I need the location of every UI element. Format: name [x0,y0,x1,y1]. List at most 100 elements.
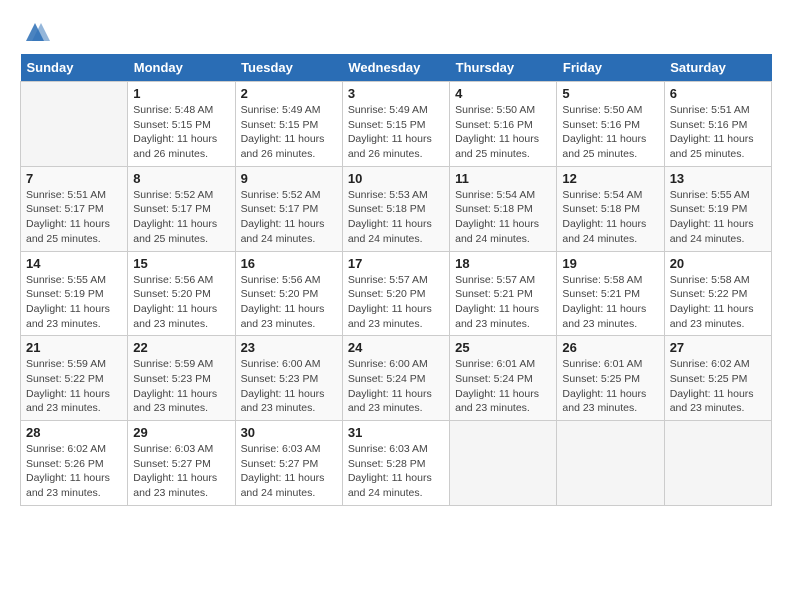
day-number-31: 31 [348,425,444,440]
day-number-14: 14 [26,256,122,271]
week-row-2: 7 Sunrise: 5:51 AM Sunset: 5:17 PM Daylig… [21,166,772,251]
calendar-cell-w2-d6: 12 Sunrise: 5:54 AM Sunset: 5:18 PM Dayli… [557,166,664,251]
day-number-13: 13 [670,171,766,186]
day-info-11: Sunrise: 5:54 AM Sunset: 5:18 PM Dayligh… [455,188,551,247]
calendar-cell-w1-d1 [21,82,128,167]
week-row-3: 14Sunrise: 5:55 AM Sunset: 5:19 PM Dayli… [21,251,772,336]
calendar-cell-w5-d3: 30Sunrise: 6:03 AM Sunset: 5:27 PM Dayli… [235,421,342,506]
calendar-cell-w2-d4: 10Sunrise: 5:53 AM Sunset: 5:18 PM Dayli… [342,166,449,251]
week-row-5: 28 Sunrise: 6:02 AM Sunset: 5:26 PM Dayli… [21,421,772,506]
day-number-25: 25 [455,340,551,355]
day-info-7: Sunrise: 5:51 AM Sunset: 5:17 PM Dayligh… [26,188,122,247]
day-info-28: Sunrise: 6:02 AM Sunset: 5:26 PM Dayligh… [26,442,122,501]
calendar-cell-w3-d7: 20Sunrise: 5:58 AM Sunset: 5:22 PM Dayli… [664,251,771,336]
day-info-26: Sunrise: 6:01 AM Sunset: 5:25 PM Dayligh… [562,357,658,416]
calendar-header-row: Sunday Monday Tuesday Wednesday Thursday… [21,54,772,82]
day-number-28: 28 [26,425,122,440]
day-number-18: 18 [455,256,551,271]
day-info-19: Sunrise: 5:58 AM Sunset: 5:21 PM Dayligh… [562,273,658,332]
calendar-cell-w3-d6: 19 Sunrise: 5:58 AM Sunset: 5:21 PM Dayli… [557,251,664,336]
day-number-22: 22 [133,340,229,355]
calendar-cell-w2-d3: 9Sunrise: 5:52 AM Sunset: 5:17 PM Daylig… [235,166,342,251]
calendar-cell-w3-d3: 16Sunrise: 5:56 AM Sunset: 5:20 PM Dayli… [235,251,342,336]
calendar-cell-w4-d4: 24Sunrise: 6:00 AM Sunset: 5:24 PM Dayli… [342,336,449,421]
day-number-3: 3 [348,86,444,101]
calendar-cell-w1-d7: 6 Sunrise: 5:51 AM Sunset: 5:16 PM Daylig… [664,82,771,167]
day-info-17: Sunrise: 5:57 AM Sunset: 5:20 PM Dayligh… [348,273,444,332]
day-number-17: 17 [348,256,444,271]
header-saturday: Saturday [664,54,771,82]
day-number-19: 19 [562,256,658,271]
header-wednesday: Wednesday [342,54,449,82]
day-number-29: 29 [133,425,229,440]
calendar-table: Sunday Monday Tuesday Wednesday Thursday… [20,54,772,506]
calendar-cell-w2-d7: 13 Sunrise: 5:55 AM Sunset: 5:19 PM Dayli… [664,166,771,251]
day-number-4: 4 [455,86,551,101]
calendar-cell-w5-d2: 29 Sunrise: 6:03 AM Sunset: 5:27 PM Dayli… [128,421,235,506]
calendar-cell-w4-d6: 26 Sunrise: 6:01 AM Sunset: 5:25 PM Dayli… [557,336,664,421]
header-thursday: Thursday [450,54,557,82]
calendar-cell-w3-d2: 15 Sunrise: 5:56 AM Sunset: 5:20 PM Dayli… [128,251,235,336]
calendar-cell-w5-d6 [557,421,664,506]
day-number-11: 11 [455,171,551,186]
day-info-18: Sunrise: 5:57 AM Sunset: 5:21 PM Dayligh… [455,273,551,332]
calendar-body: 1 Sunrise: 5:48 AM Sunset: 5:15 PM Daylig… [21,82,772,506]
calendar-cell-w3-d4: 17 Sunrise: 5:57 AM Sunset: 5:20 PM Dayli… [342,251,449,336]
day-info-15: Sunrise: 5:56 AM Sunset: 5:20 PM Dayligh… [133,273,229,332]
day-info-31: Sunrise: 6:03 AM Sunset: 5:28 PM Dayligh… [348,442,444,501]
day-number-8: 8 [133,171,229,186]
calendar-cell-w4-d5: 25 Sunrise: 6:01 AM Sunset: 5:24 PM Dayli… [450,336,557,421]
day-info-8: Sunrise: 5:52 AM Sunset: 5:17 PM Dayligh… [133,188,229,247]
calendar-cell-w2-d2: 8 Sunrise: 5:52 AM Sunset: 5:17 PM Daylig… [128,166,235,251]
day-info-5: Sunrise: 5:50 AM Sunset: 5:16 PM Dayligh… [562,103,658,162]
calendar-cell-w2-d5: 11 Sunrise: 5:54 AM Sunset: 5:18 PM Dayli… [450,166,557,251]
day-number-6: 6 [670,86,766,101]
header-sunday: Sunday [21,54,128,82]
day-info-3: Sunrise: 5:49 AM Sunset: 5:15 PM Dayligh… [348,103,444,162]
day-info-1: Sunrise: 5:48 AM Sunset: 5:15 PM Dayligh… [133,103,229,162]
day-number-7: 7 [26,171,122,186]
calendar-cell-w4-d7: 27Sunrise: 6:02 AM Sunset: 5:25 PM Dayli… [664,336,771,421]
logo [20,20,54,44]
day-number-15: 15 [133,256,229,271]
day-info-12: Sunrise: 5:54 AM Sunset: 5:18 PM Dayligh… [562,188,658,247]
calendar-cell-w5-d7 [664,421,771,506]
day-info-29: Sunrise: 6:03 AM Sunset: 5:27 PM Dayligh… [133,442,229,501]
calendar-cell-w4-d1: 21 Sunrise: 5:59 AM Sunset: 5:22 PM Dayli… [21,336,128,421]
day-info-23: Sunrise: 6:00 AM Sunset: 5:23 PM Dayligh… [241,357,337,416]
day-number-5: 5 [562,86,658,101]
day-number-2: 2 [241,86,337,101]
day-number-27: 27 [670,340,766,355]
day-info-21: Sunrise: 5:59 AM Sunset: 5:22 PM Dayligh… [26,357,122,416]
day-number-10: 10 [348,171,444,186]
day-number-23: 23 [241,340,337,355]
calendar-cell-w4-d2: 22 Sunrise: 5:59 AM Sunset: 5:23 PM Dayli… [128,336,235,421]
calendar-cell-w1-d3: 2 Sunrise: 5:49 AM Sunset: 5:15 PM Daylig… [235,82,342,167]
day-info-6: Sunrise: 5:51 AM Sunset: 5:16 PM Dayligh… [670,103,766,162]
day-number-21: 21 [26,340,122,355]
logo-icon [20,20,50,44]
calendar-cell-w5-d1: 28 Sunrise: 6:02 AM Sunset: 5:26 PM Dayli… [21,421,128,506]
day-info-25: Sunrise: 6:01 AM Sunset: 5:24 PM Dayligh… [455,357,551,416]
calendar-cell-w1-d4: 3 Sunrise: 5:49 AM Sunset: 5:15 PM Daylig… [342,82,449,167]
day-number-12: 12 [562,171,658,186]
calendar-cell-w5-d4: 31 Sunrise: 6:03 AM Sunset: 5:28 PM Dayli… [342,421,449,506]
page-header [20,20,772,44]
day-info-2: Sunrise: 5:49 AM Sunset: 5:15 PM Dayligh… [241,103,337,162]
day-info-16: Sunrise: 5:56 AM Sunset: 5:20 PM Dayligh… [241,273,337,332]
day-number-20: 20 [670,256,766,271]
calendar-cell-w3-d1: 14Sunrise: 5:55 AM Sunset: 5:19 PM Dayli… [21,251,128,336]
day-number-1: 1 [133,86,229,101]
day-info-22: Sunrise: 5:59 AM Sunset: 5:23 PM Dayligh… [133,357,229,416]
header-monday: Monday [128,54,235,82]
day-number-30: 30 [241,425,337,440]
header-tuesday: Tuesday [235,54,342,82]
day-number-26: 26 [562,340,658,355]
calendar-cell-w4-d3: 23 Sunrise: 6:00 AM Sunset: 5:23 PM Dayli… [235,336,342,421]
calendar-cell-w2-d1: 7 Sunrise: 5:51 AM Sunset: 5:17 PM Daylig… [21,166,128,251]
week-row-4: 21 Sunrise: 5:59 AM Sunset: 5:22 PM Dayli… [21,336,772,421]
week-row-1: 1 Sunrise: 5:48 AM Sunset: 5:15 PM Daylig… [21,82,772,167]
day-info-24: Sunrise: 6:00 AM Sunset: 5:24 PM Dayligh… [348,357,444,416]
day-info-13: Sunrise: 5:55 AM Sunset: 5:19 PM Dayligh… [670,188,766,247]
header-friday: Friday [557,54,664,82]
